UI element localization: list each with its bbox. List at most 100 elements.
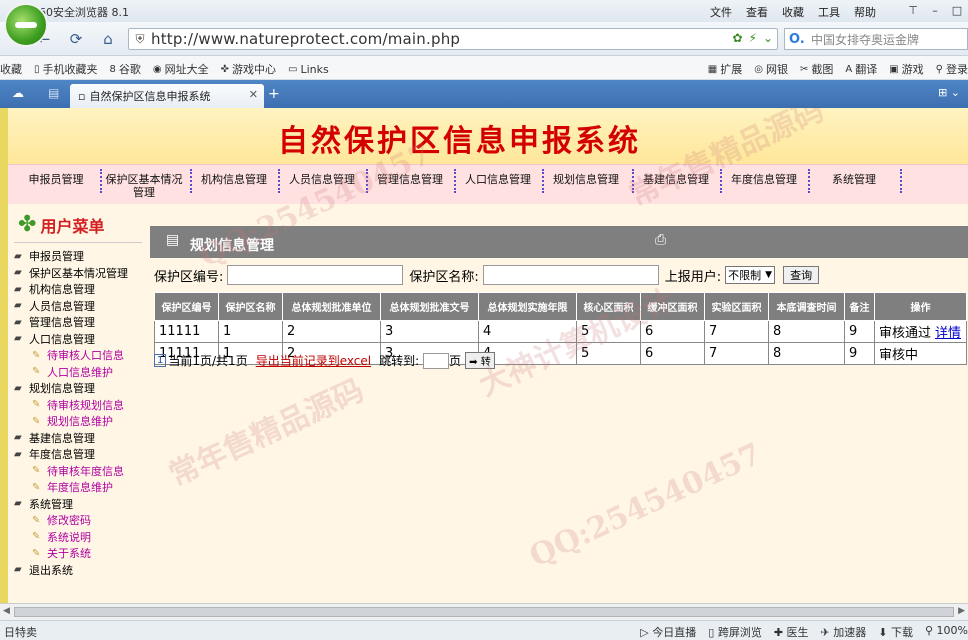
translate-icon: A <box>845 63 853 75</box>
nav-item-personnel[interactable]: 人员信息管理 <box>282 173 362 186</box>
toolbar-screenshot[interactable]: ✂ 截图 <box>800 61 833 77</box>
sidebar-item[interactable]: ▰ 规划信息管理 <box>14 380 95 396</box>
detail-link[interactable]: 详情 <box>935 326 961 341</box>
fav-sites[interactable]: ◉ 网址大全 <box>153 61 209 77</box>
nav-item-management[interactable]: 管理信息管理 <box>370 173 450 186</box>
sidebar-item-label: 机构信息管理 <box>29 283 95 296</box>
code-input[interactable] <box>227 265 404 285</box>
table-cell: 3 <box>380 320 479 343</box>
status-zoom[interactable]: ⚲ 100% <box>925 624 968 640</box>
fav-collection[interactable]: 收藏 <box>0 61 22 77</box>
url-bar[interactable]: ⛨ http://www.natureprotect.com/main.php … <box>128 28 778 50</box>
horizontal-scrollbar[interactable]: ◀ ▶ <box>0 603 968 620</box>
sidebar-item[interactable]: ✎ 人口信息维护 <box>32 364 113 380</box>
nav-item-planning[interactable]: 规划信息管理 <box>546 173 626 186</box>
minimize-icon[interactable]: – <box>924 0 946 20</box>
fav-mobile[interactable]: ▯ 手机收藏夹 <box>34 61 98 77</box>
sidebar-item[interactable]: ▰ 管理信息管理 <box>14 314 95 330</box>
filter-bar: 保护区编号: 保护区名称: 上报用户: 不限制 ▼ 查询 <box>154 262 968 288</box>
toolbar-extensions[interactable]: ▦ 扩展 <box>708 61 742 77</box>
fav-links[interactable]: ▭ Links <box>288 61 329 77</box>
search-suggestion: 中国女排夺奥运金牌 <box>811 32 920 47</box>
print-icon[interactable]: ⎙ <box>655 232 666 248</box>
maximize-icon[interactable]: □ <box>946 0 968 20</box>
scissors-icon: ✂ <box>799 63 809 75</box>
sidebar-item[interactable]: ▰ 保护区基本情况管理 <box>14 265 128 281</box>
toolbar-translate[interactable]: A 翻译 <box>845 61 877 77</box>
sidebar-item-label: 待审核规划信息 <box>47 398 124 412</box>
sidebar-item[interactable]: ▰ 人口信息管理 <box>14 331 95 347</box>
sidebar-item[interactable]: ✎ 待审核规划信息 <box>32 397 124 413</box>
sidebar-item[interactable]: ✎ 关于系统 <box>32 545 91 561</box>
sidebar-item[interactable]: ▰ 退出系统 <box>14 562 73 578</box>
google-icon: 8 <box>109 63 116 75</box>
sidebar-item-label: 申报员管理 <box>29 250 84 263</box>
nav-item-system[interactable]: 系统管理 <box>814 173 894 186</box>
sidebar-item[interactable]: ▰ 人员信息管理 <box>14 298 95 314</box>
new-tab-icon[interactable]: + <box>268 86 280 102</box>
sidebar-item[interactable]: ✎ 系统说明 <box>32 529 91 545</box>
pencil-icon: ✎ <box>32 366 41 377</box>
sidebar-item[interactable]: ▰ 年度信息管理 <box>14 446 95 462</box>
nav-item-construction[interactable]: 基建信息管理 <box>636 173 716 186</box>
bank-icon: ◎ <box>754 63 763 75</box>
sidebar-item[interactable]: ▰ 申报员管理 <box>14 248 84 264</box>
status-cross-screen[interactable]: ▯ 跨屏浏览 <box>708 624 762 640</box>
name-input[interactable] <box>482 265 659 285</box>
export-excel-link[interactable]: 导出当前记录到excel <box>256 352 371 369</box>
status-download[interactable]: ⬇ 下载 <box>878 624 913 640</box>
query-button[interactable]: 查询 <box>783 266 820 284</box>
fav-games[interactable]: ✜ 游戏中心 <box>221 61 276 77</box>
scroll-thumb[interactable] <box>14 607 954 617</box>
pin-icon[interactable]: ⊤ <box>902 0 924 20</box>
column-header: 保护区编号 <box>154 292 219 321</box>
sidebar-item-label: 管理信息管理 <box>29 316 95 329</box>
scroll-right-icon[interactable]: ▶ <box>958 606 965 616</box>
menu-file[interactable]: 文件 <box>710 4 732 20</box>
toolbar-bank[interactable]: ◎ 网银 <box>754 61 788 77</box>
jump-page-input[interactable] <box>423 352 450 369</box>
close-tab-icon[interactable]: ✕ <box>249 88 258 101</box>
nav-item-reserve-basic[interactable]: 保护区基本情况管理 <box>104 173 184 199</box>
sidebar-item[interactable]: ▰ 系统管理 <box>14 496 73 512</box>
toolbar-login[interactable]: ⚲ 登录 <box>936 61 968 77</box>
code-label: 保护区编号: <box>154 269 224 285</box>
menu-tools[interactable]: 工具 <box>818 4 840 20</box>
sidebar-item[interactable]: ✎ 规划信息维护 <box>32 413 113 429</box>
sidebar-item[interactable]: ✎ 待审核人口信息 <box>32 347 124 363</box>
toolbar-games[interactable]: ▣ 游戏 <box>889 61 923 77</box>
menu-view[interactable]: 查看 <box>746 4 768 20</box>
security-icon[interactable]: ✿ <box>732 31 742 45</box>
scroll-left-icon[interactable]: ◀ <box>3 606 10 616</box>
dropdown-icon[interactable]: ⌄ <box>763 31 773 45</box>
refresh-icon[interactable]: ⟳ <box>64 28 88 50</box>
search-box[interactable]: O. 中国女排夺奥运金牌 <box>784 28 968 50</box>
go-button[interactable]: ➡ 转 <box>465 352 495 369</box>
status-live[interactable]: ▷ 今日直播 <box>640 624 696 640</box>
nav-item-population[interactable]: 人口信息管理 <box>458 173 538 186</box>
tab-menu-icon[interactable]: ⊞ ⌄ <box>938 86 960 99</box>
sidebar-item[interactable]: ✎ 待审核年度信息 <box>32 463 124 479</box>
pencil-icon: ✎ <box>32 547 41 559</box>
sidebar-item[interactable]: ✎ 年度信息维护 <box>32 479 113 495</box>
sidebar-item[interactable]: ▰ 基建信息管理 <box>14 430 95 446</box>
nav-item-reporters[interactable]: 申报员管理 <box>22 173 90 186</box>
tab-active[interactable]: ▫ 自然保护区信息申报系统 ✕ <box>70 84 264 108</box>
document-icon[interactable]: ▤ <box>48 86 59 100</box>
speed-icon[interactable]: ⚡ <box>749 31 757 45</box>
cloud-icon[interactable]: ☁ <box>12 86 24 100</box>
page-number[interactable]: 1 <box>154 354 167 367</box>
home-icon[interactable]: ⌂ <box>96 28 120 50</box>
nav-item-institution[interactable]: 机构信息管理 <box>194 173 274 186</box>
fav-google[interactable]: 8 谷歌 <box>110 61 141 77</box>
jump-label: 跳转到: <box>379 354 420 368</box>
menu-favorites[interactable]: 收藏 <box>782 4 804 20</box>
status-accelerator[interactable]: ✈ 加速器 <box>821 624 867 640</box>
nav-item-annual[interactable]: 年度信息管理 <box>724 173 804 186</box>
sidebar-item[interactable]: ▰ 机构信息管理 <box>14 281 95 297</box>
sidebar-item[interactable]: ✎ 修改密码 <box>32 512 91 528</box>
status-doctor[interactable]: ✚ 医生 <box>774 624 809 640</box>
menu-help[interactable]: 帮助 <box>854 4 876 20</box>
user-select[interactable]: 不限制 ▼ <box>725 266 776 284</box>
folder-icon: ▰ <box>14 382 22 394</box>
